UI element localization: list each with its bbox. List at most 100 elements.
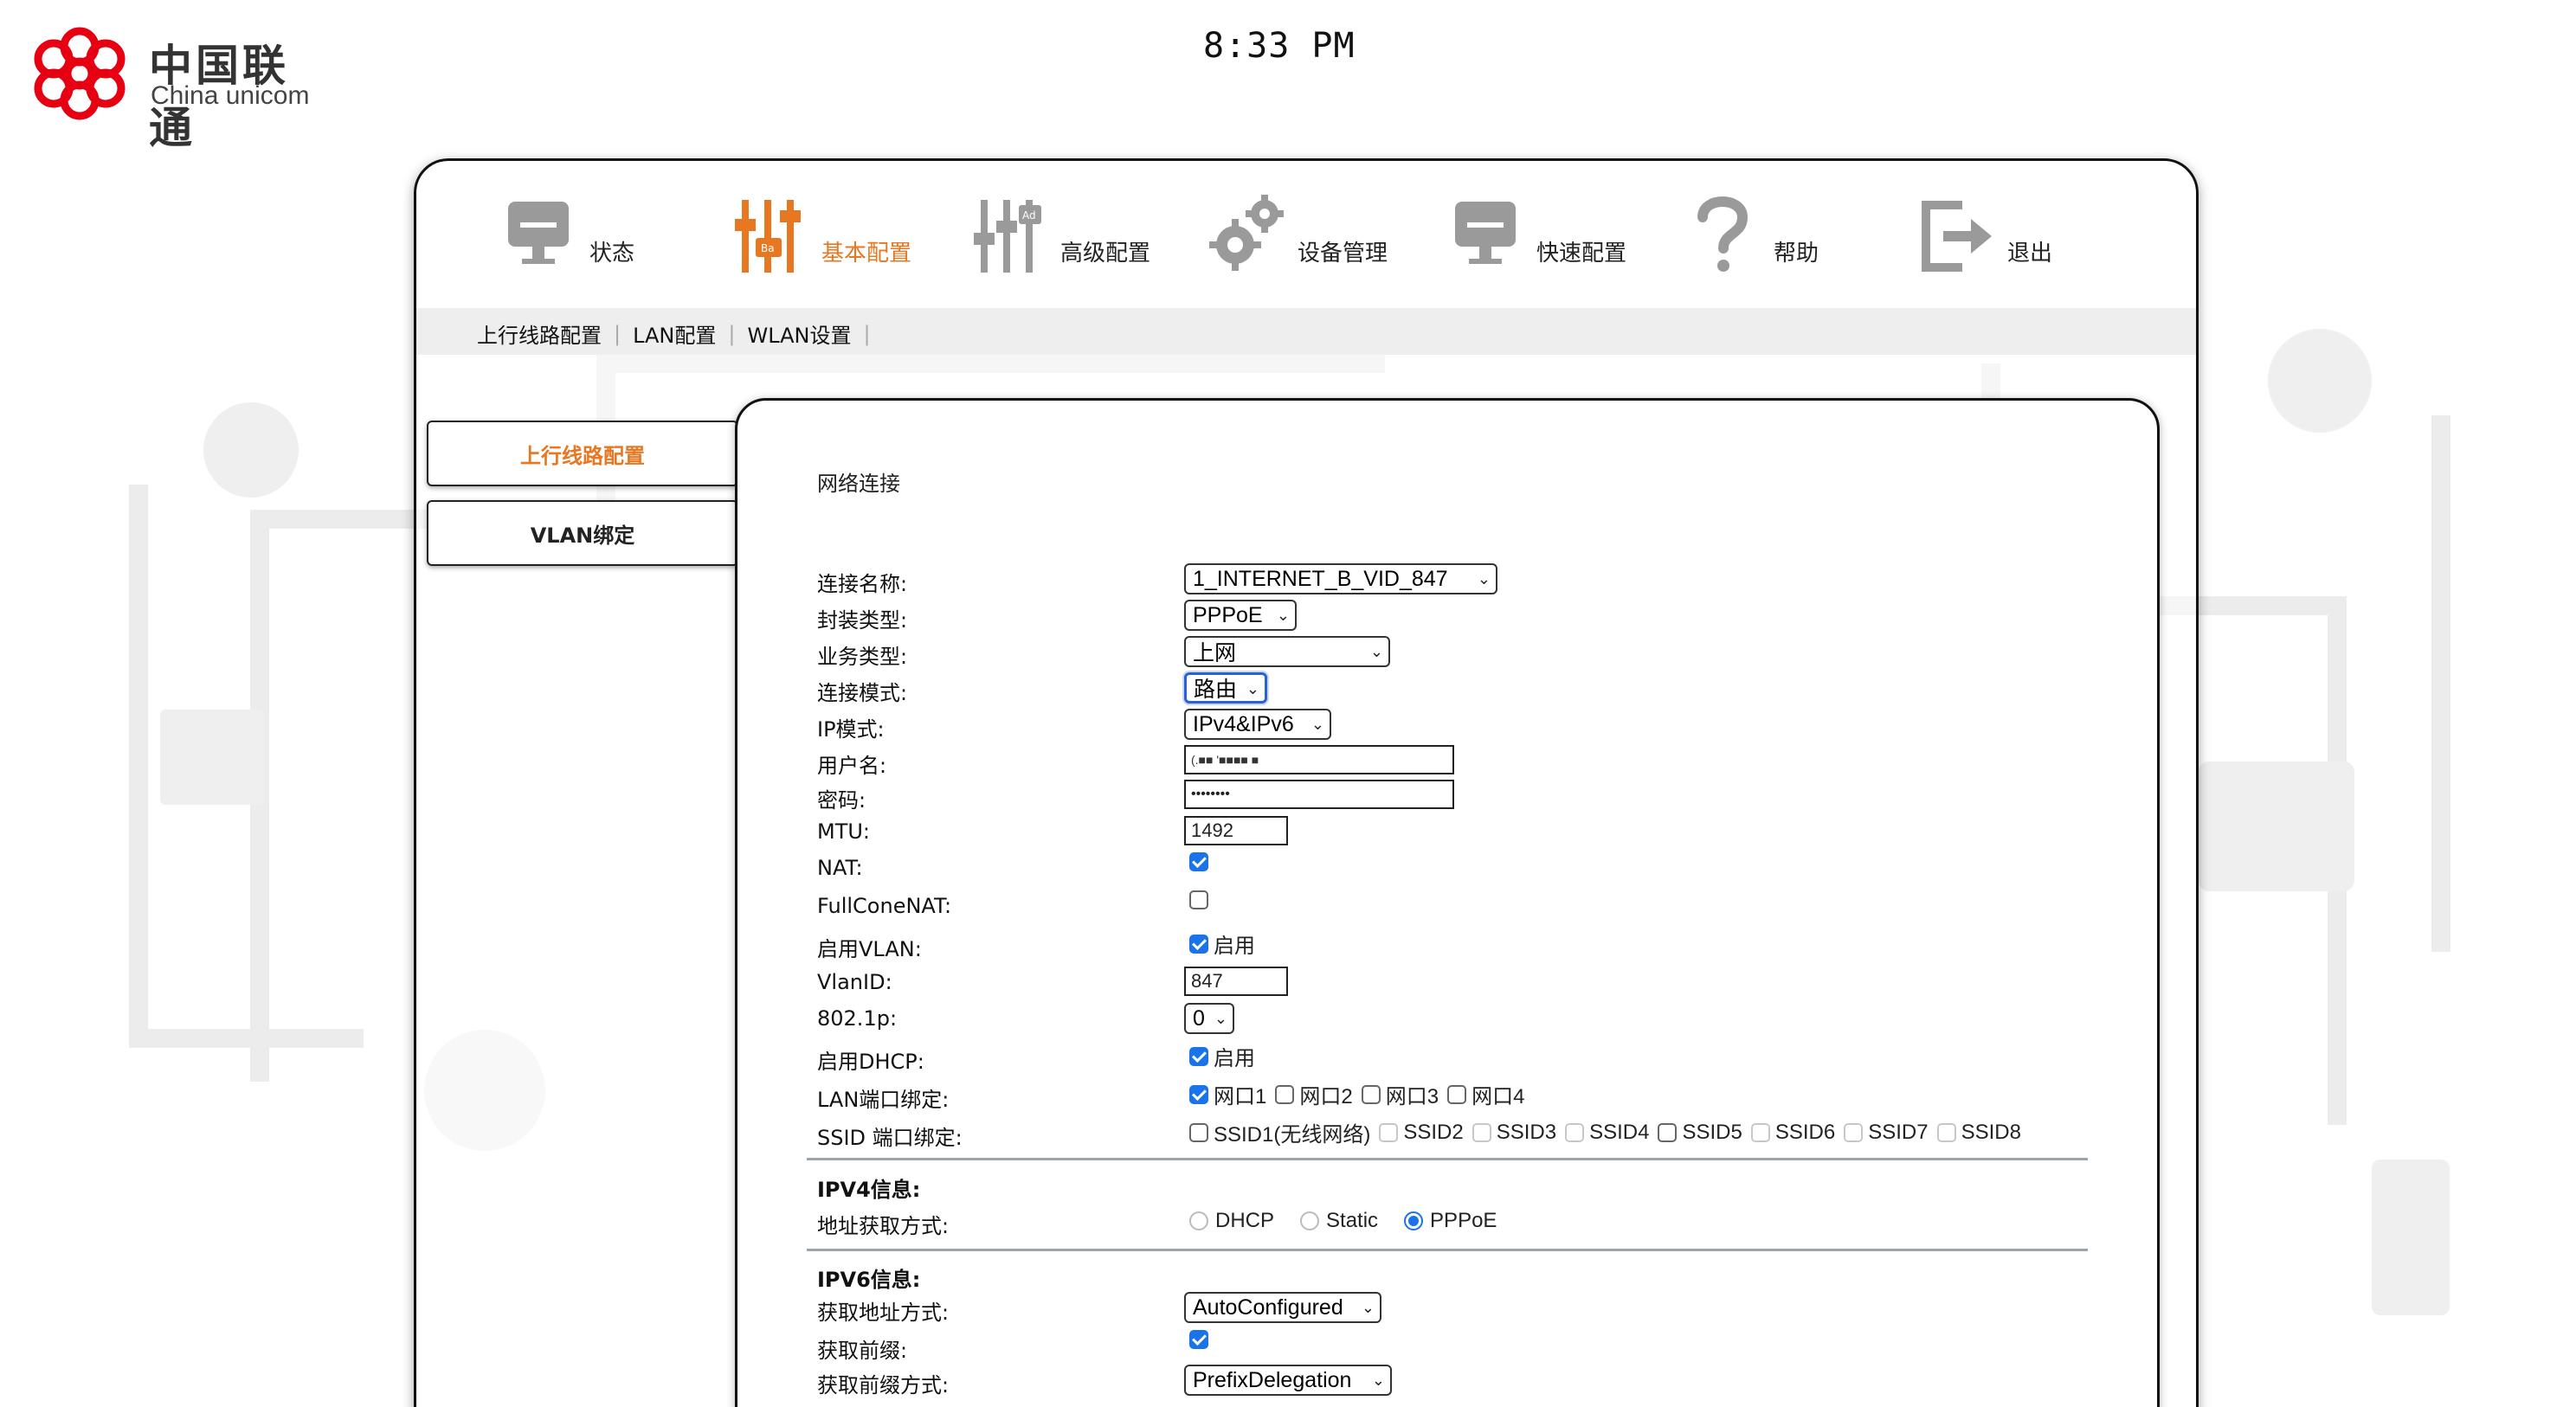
- subnav-lan[interactable]: LAN配置: [633, 318, 716, 349]
- ssid-8-label: SSID8: [1961, 1120, 2021, 1144]
- enable-vlan-checkbox[interactable]: [1189, 934, 1208, 954]
- service-type-select[interactable]: 上网 ⌄: [1184, 636, 1390, 667]
- nav-advanced-config[interactable]: Ad 高级配置: [970, 180, 1150, 284]
- ssid-binding-label: SSID 端口绑定:: [817, 1126, 963, 1150]
- ssid-4-label: SSID4: [1589, 1120, 1650, 1144]
- sliders-icon: Ba: [735, 200, 801, 273]
- ipv6-prefix-label: 获取前缀:: [817, 1339, 908, 1363]
- row-ssid-binding: SSID 端口绑定: SSID1(无线网络) SSID2 SSID3 SSID4…: [817, 1117, 2116, 1152]
- ipv4-addr-mode-label: 地址获取方式:: [817, 1214, 950, 1238]
- lan-port-1-checkbox[interactable]: [1189, 1084, 1208, 1104]
- ipv4-dhcp-radio[interactable]: [1189, 1211, 1208, 1230]
- ipv4-section-title: IPV4信息:: [817, 1178, 921, 1202]
- connection-name-select[interactable]: 1_INTERNET_B_VID_847 ⌄: [1184, 563, 1497, 594]
- row-connection-name: 连接名称: 1_INTERNET_B_VID_847 ⌄: [817, 563, 2116, 598]
- vlan-id-label: VlanID:: [817, 970, 892, 994]
- encapsulation-label: 封装类型:: [817, 608, 908, 633]
- top-navigation: 状态 Ba 基本配置 Ad 高级配置 设备管理 快速配置 帮助 退出: [416, 161, 2196, 308]
- row-enable-vlan: 启用VLAN: 启用: [817, 928, 2116, 963]
- unicom-knot-icon: [34, 27, 126, 120]
- mtu-input[interactable]: 1492: [1184, 816, 1288, 845]
- row-service-type: 业务类型: 上网 ⌄: [817, 636, 2116, 671]
- row-8021p: 802.1p: 0 ⌄: [817, 1003, 2116, 1038]
- lan-port-2-checkbox[interactable]: [1275, 1084, 1295, 1104]
- gear-icon: [1209, 195, 1284, 271]
- ipv4-pppoe-radio[interactable]: [1404, 1211, 1424, 1230]
- vlan-id-input[interactable]: 847: [1184, 967, 1288, 996]
- subnav-wlan[interactable]: WLAN设置: [747, 318, 851, 349]
- section-divider: [807, 1249, 2088, 1251]
- sidebar-item-vlan-binding[interactable]: VLAN绑定: [427, 500, 738, 566]
- ssid-6-label: SSID6: [1774, 1120, 1836, 1144]
- nav-label: 设备管理: [1298, 240, 1388, 267]
- row-nat: NAT:: [817, 852, 2116, 887]
- sub-navigation: 上行线路配置 | LAN配置 | WLAN设置 |: [416, 308, 2196, 355]
- ipv4-static-radio[interactable]: [1300, 1211, 1320, 1230]
- section-divider: [807, 1158, 2088, 1160]
- nav-status[interactable]: 状态: [499, 180, 634, 284]
- ip-mode-label: IP模式:: [817, 717, 885, 742]
- sidebar-item-uplink[interactable]: 上行线路配置: [427, 421, 738, 486]
- svg-text:Ba: Ba: [761, 242, 775, 254]
- ipv6-addr-mode-select[interactable]: AutoConfigured ⌄: [1184, 1292, 1381, 1323]
- ipv6-prefix-checkbox[interactable]: [1189, 1330, 1208, 1349]
- nav-help[interactable]: 帮助: [1684, 180, 1819, 284]
- chevron-down-icon: ⌄: [1371, 1372, 1385, 1389]
- mtu-value: 1492: [1191, 819, 1233, 841]
- chevron-down-icon: ⌄: [1246, 680, 1259, 697]
- lan-port-3-checkbox[interactable]: [1361, 1084, 1381, 1104]
- row-username: 用户名: (.■■ '■■■■ ■: [817, 745, 2116, 780]
- fullcone-nat-checkbox[interactable]: [1189, 890, 1208, 909]
- password-input[interactable]: ••••••••: [1184, 780, 1454, 809]
- row-fullcone-nat: FullConeNAT:: [817, 890, 2116, 925]
- row-ipv6-prefix: 获取前缀:: [817, 1330, 2116, 1365]
- monitor-icon: [1455, 202, 1516, 264]
- chevron-down-icon: ⌄: [1311, 716, 1324, 733]
- subnav-separator: |: [614, 321, 621, 346]
- lan-port-4-checkbox[interactable]: [1447, 1084, 1467, 1104]
- ipv4-pppoe-label: PPPoE: [1430, 1209, 1497, 1232]
- subnav-uplink[interactable]: 上行线路配置: [477, 318, 602, 349]
- connection-name-label: 连接名称:: [817, 572, 908, 596]
- ipv4-static-label: Static: [1326, 1209, 1379, 1232]
- ssid-1-checkbox[interactable]: [1189, 1122, 1208, 1142]
- username-input[interactable]: (.■■ '■■■■ ■: [1184, 745, 1454, 774]
- ssid-2-checkbox[interactable]: [1379, 1122, 1399, 1142]
- row-ip-mode: IP模式: IPv4&IPv6 ⌄: [817, 709, 2116, 743]
- chevron-down-icon: ⌄: [1214, 1010, 1227, 1027]
- router-admin-frame: 状态 Ba 基本配置 Ad 高级配置 设备管理 快速配置 帮助 退出 上行线路配…: [414, 158, 2199, 1407]
- row-ipv6-prefix-mode: 获取前缀方式: PrefixDelegation ⌄: [817, 1365, 2116, 1399]
- row-password: 密码: ••••••••: [817, 780, 2116, 814]
- subnav-separator: |: [863, 321, 871, 346]
- ssid-6-checkbox[interactable]: [1750, 1122, 1770, 1142]
- lan-binding-label: LAN端口绑定:: [817, 1088, 950, 1112]
- ssid-8-checkbox[interactable]: [1936, 1122, 1956, 1142]
- row-enable-dhcp: 启用DHCP: 启用: [817, 1041, 2116, 1076]
- nav-basic-config[interactable]: Ba 基本配置: [731, 180, 911, 284]
- mtu-label: MTU:: [817, 819, 871, 844]
- nat-checkbox[interactable]: [1189, 852, 1208, 871]
- row-vlan-id: VlanID: 847: [817, 967, 2116, 1001]
- connection-mode-select[interactable]: 路由 ⌄: [1184, 672, 1267, 704]
- priority-8021p-select[interactable]: 0 ⌄: [1184, 1003, 1234, 1034]
- ssid-7-checkbox[interactable]: [1844, 1122, 1864, 1142]
- connection-mode-label: 连接模式:: [817, 681, 908, 705]
- nav-label: 退出: [2007, 240, 2053, 267]
- enable-dhcp-checkbox[interactable]: [1189, 1046, 1208, 1066]
- ip-mode-select[interactable]: IPv4&IPv6 ⌄: [1184, 709, 1331, 740]
- ip-mode-value: IPv4&IPv6: [1193, 711, 1294, 736]
- encapsulation-select[interactable]: PPPoE ⌄: [1184, 600, 1297, 631]
- nav-device-management[interactable]: 设备管理: [1208, 180, 1388, 284]
- encapsulation-value: PPPoE: [1193, 602, 1263, 627]
- ipv6-prefix-mode-label: 获取前缀方式:: [817, 1373, 950, 1397]
- china-unicom-logo: 中国联通 China unicom: [19, 26, 331, 153]
- ipv6-prefix-mode-select[interactable]: PrefixDelegation ⌄: [1184, 1365, 1392, 1396]
- chevron-down-icon: ⌄: [1361, 1299, 1375, 1316]
- password-label: 密码:: [817, 788, 866, 813]
- config-panel: 网络连接 连接名称: 1_INTERNET_B_VID_847 ⌄ 封装类型: …: [735, 398, 2160, 1407]
- ssid-5-checkbox[interactable]: [1658, 1122, 1678, 1142]
- nav-exit[interactable]: 退出: [1917, 180, 2052, 284]
- ssid-3-checkbox[interactable]: [1472, 1122, 1491, 1142]
- nav-quick-config[interactable]: 快速配置: [1446, 180, 1626, 284]
- ssid-4-checkbox[interactable]: [1565, 1122, 1585, 1142]
